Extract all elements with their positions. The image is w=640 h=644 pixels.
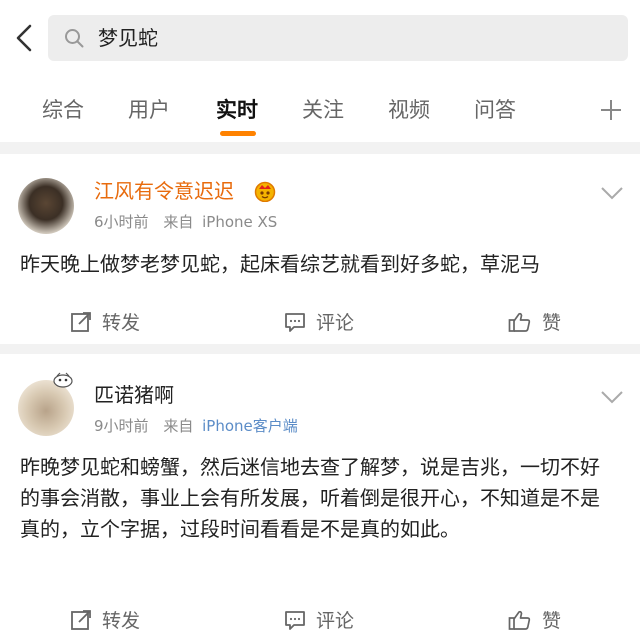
repost-icon [71, 609, 91, 630]
comment-icon [285, 610, 305, 630]
section-divider [0, 344, 640, 354]
comment-icon [285, 312, 305, 332]
like-label: 赞 [542, 610, 562, 632]
post-text[interactable]: 昨晚梦见蛇和螃蟹，然后迷信地去查了解梦，说是吉兆，一切不好的事会消散，事业上会有… [20, 452, 616, 545]
comment-button[interactable]: 评论 [284, 308, 354, 335]
chevron-down-icon[interactable] [600, 186, 624, 200]
add-tab-icon[interactable] [598, 97, 624, 123]
tab-following[interactable]: 关注 [302, 96, 344, 124]
section-divider [0, 142, 640, 154]
tab-realtime[interactable]: 实时 [216, 96, 258, 124]
tab-users[interactable]: 用户 [128, 96, 170, 124]
top-bar: 梦见蛇 [0, 0, 640, 80]
source-device: iPhone XS [202, 213, 278, 231]
search-query[interactable]: 梦见蛇 [98, 25, 158, 51]
post-meta: 6小时前 来自 iPhone XS [94, 212, 277, 232]
active-tab-indicator [220, 131, 256, 136]
avatar-frame-icon [53, 372, 73, 388]
comment-button[interactable]: 评论 [284, 606, 354, 633]
like-button[interactable]: 赞 [508, 308, 561, 335]
like-label: 赞 [542, 312, 562, 334]
tab-comprehensive[interactable]: 综合 [42, 96, 84, 124]
chevron-down-icon[interactable] [600, 390, 624, 404]
thumbs-up-icon [508, 312, 531, 332]
post-time: 6小时前 [94, 213, 149, 231]
post-time: 9小时前 [94, 417, 149, 435]
tab-video[interactable]: 视频 [388, 96, 430, 124]
thumbs-up-icon [508, 610, 531, 630]
post-actions: 转发 评论 赞 [0, 598, 640, 640]
tab-bar: 综合 用户 实时 关注 视频 问答 [0, 80, 640, 142]
avatar[interactable] [18, 178, 74, 234]
repost-label: 转发 [102, 610, 141, 632]
username[interactable]: 江风有令意迟迟 [94, 178, 234, 204]
post-card[interactable]: 匹诺猪啊 9小时前 来自 iPhone客户端 昨晚梦见蛇和螃蟹，然后迷信地去查了… [0, 354, 640, 644]
repost-icon [71, 311, 91, 332]
username[interactable]: 匹诺猪啊 [94, 382, 174, 408]
repost-button[interactable]: 转发 [70, 606, 140, 633]
post-card[interactable]: 江风有令意迟迟 6小时前 来自 iPhone XS 昨天晚上做梦老梦见蛇，起床看… [0, 154, 640, 344]
avatar[interactable] [18, 380, 74, 436]
post-meta: 9小时前 来自 iPhone客户端 [94, 416, 298, 436]
source-device-link[interactable]: iPhone客户端 [202, 417, 298, 435]
back-arrow-icon[interactable] [12, 22, 36, 54]
source-prefix: 来自 [163, 213, 194, 231]
search-icon [65, 29, 84, 48]
post-actions: 转发 评论 赞 [0, 300, 640, 342]
comment-label: 评论 [316, 312, 355, 334]
like-button[interactable]: 赞 [508, 606, 561, 633]
tab-qa[interactable]: 问答 [474, 96, 516, 124]
comment-label: 评论 [316, 610, 355, 632]
search-bar[interactable]: 梦见蛇 [48, 15, 628, 61]
vip-badge-icon [254, 181, 276, 202]
repost-button[interactable]: 转发 [70, 308, 140, 335]
repost-label: 转发 [102, 312, 141, 334]
source-prefix: 来自 [163, 417, 194, 435]
post-text[interactable]: 昨天晚上做梦老梦见蛇，起床看综艺就看到好多蛇，草泥马 [20, 249, 616, 280]
